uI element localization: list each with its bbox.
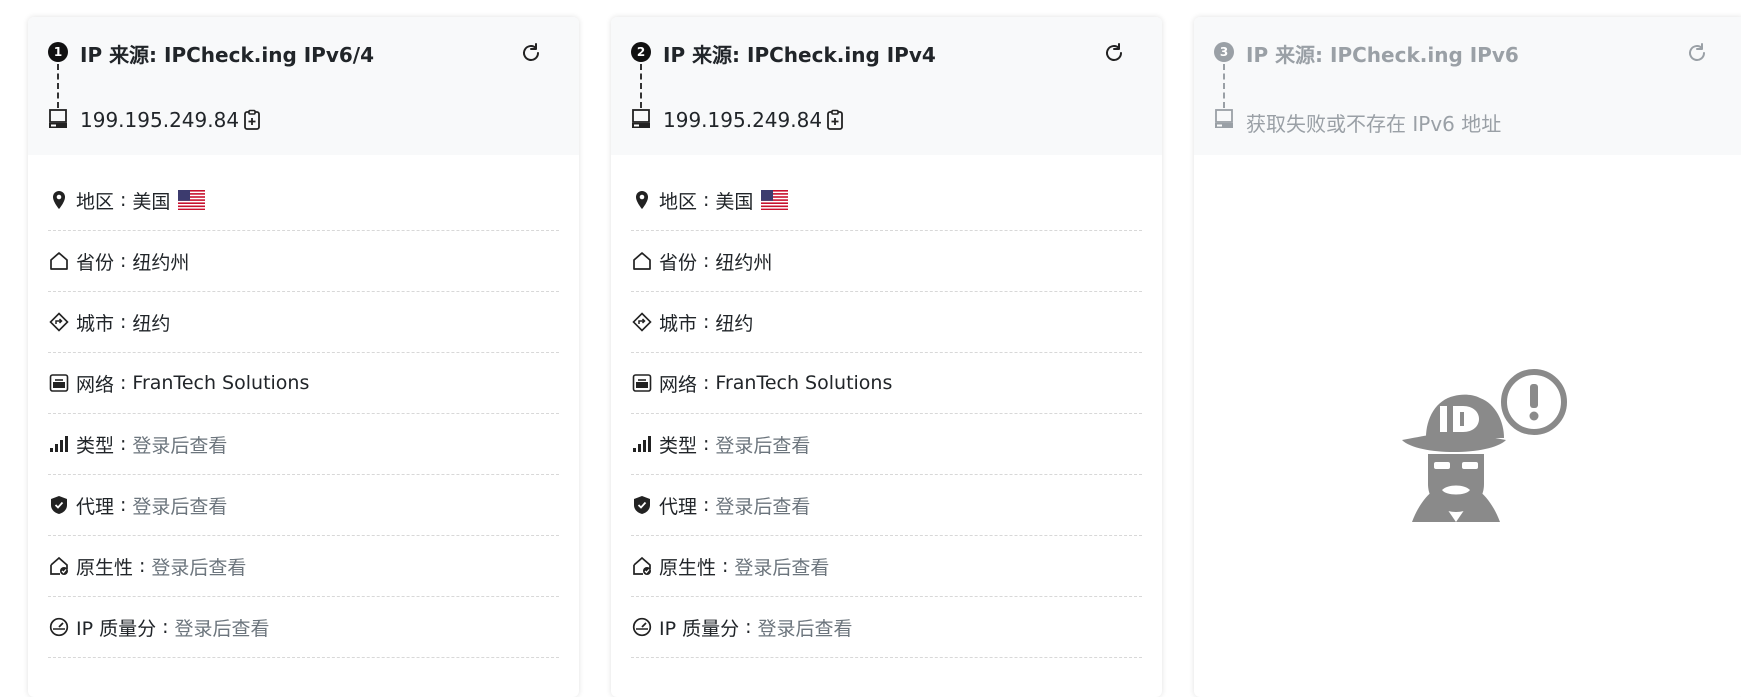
house-icon — [48, 250, 70, 272]
info-row-city: 城市 : 纽约 — [48, 292, 559, 353]
info-row-quality: IP 质量分 : 登录后查看 — [48, 597, 559, 658]
signpost-icon — [631, 311, 653, 333]
us-flag-icon — [761, 190, 789, 210]
house-icon — [631, 250, 653, 272]
info-row-network: 网络 : FranTech Solutions — [631, 353, 1142, 414]
speedometer-icon — [631, 616, 653, 638]
info-row-native: 原生性 : 登录后查看 — [48, 536, 559, 597]
card-header: 1 IP 来源: IPCheck.ing IPv6/4 199.195.249.… — [28, 17, 579, 155]
map-pin-icon — [631, 189, 653, 211]
pc-display-icon — [632, 109, 650, 128]
info-row-region: 地区 : 美国 — [48, 170, 559, 231]
info-row-quality: IP 质量分 : 登录后查看 — [631, 597, 1142, 658]
step-number-badge: 2 — [631, 42, 651, 62]
connector-line — [57, 64, 59, 108]
info-row-city: 城市 : 纽约 — [631, 292, 1142, 353]
connector-line — [1223, 64, 1225, 108]
connector-line — [640, 64, 642, 108]
step-number-badge: 3 — [1214, 42, 1234, 62]
ip-card-3: 3 IP 来源: IPCheck.ing IPv6 获取失败或不存在 IPv6 … — [1194, 17, 1741, 697]
signpost-icon — [48, 311, 70, 333]
copy-clipboard-icon[interactable] — [241, 109, 263, 131]
info-list: 地区 : 美国 省份 : 纽约州 城市 : 纽约 网络: FranTech S… — [28, 155, 579, 658]
info-row-type: 类型 : 登录后查看 — [48, 414, 559, 475]
pc-display-icon — [1215, 109, 1233, 128]
ip-address: 199.195.249.84 — [663, 108, 823, 132]
region-value: 美国 — [132, 190, 171, 213]
house-check-icon — [48, 555, 70, 577]
shield-check-icon — [48, 494, 70, 516]
info-list: 地区 : 美国 省份 : 纽约州 城市 : 纽约 网络: FranTech S… — [611, 155, 1162, 658]
copy-clipboard-icon[interactable] — [824, 109, 846, 131]
info-row-province: 省份 : 纽约州 — [631, 231, 1142, 292]
ip-card-2: 2 IP 来源: IPCheck.ing IPv4 199.195.249.84… — [611, 17, 1162, 697]
region-value: 美国 — [715, 190, 754, 213]
house-check-icon — [631, 555, 653, 577]
info-row-proxy: 代理 : 登录后查看 — [48, 475, 559, 536]
refresh-icon[interactable] — [1685, 41, 1709, 65]
map-pin-icon — [48, 189, 70, 211]
not-found-detective-icon — [1402, 369, 1567, 522]
info-row-network: 网络 : FranTech Solutions — [48, 353, 559, 414]
info-row-proxy: 代理 : 登录后查看 — [631, 475, 1142, 536]
shield-check-icon — [631, 494, 653, 516]
signal-bars-icon — [48, 433, 70, 455]
refresh-icon[interactable] — [519, 41, 543, 65]
ip-card-1: 1 IP 来源: IPCheck.ing IPv6/4 199.195.249.… — [28, 17, 579, 697]
signal-bars-icon — [631, 433, 653, 455]
info-row-region: 地区 : 美国 — [631, 170, 1142, 231]
speedometer-icon — [48, 616, 70, 638]
info-row-native: 原生性 : 登录后查看 — [631, 536, 1142, 597]
us-flag-icon — [178, 190, 206, 210]
ipv6-status-text: 获取失败或不存在 IPv6 地址 — [1246, 112, 1502, 136]
pc-display-icon — [49, 109, 67, 128]
step-number-badge: 1 — [48, 42, 68, 62]
refresh-icon[interactable] — [1102, 41, 1126, 65]
network-icon — [631, 372, 653, 394]
card-header: 2 IP 来源: IPCheck.ing IPv4 199.195.249.84 — [611, 17, 1162, 155]
info-row-type: 类型 : 登录后查看 — [631, 414, 1142, 475]
network-icon — [48, 372, 70, 394]
source-title: IP 来源: IPCheck.ing IPv4 — [663, 43, 936, 67]
ip-address: 199.195.249.84 — [80, 108, 240, 132]
source-title: IP 来源: IPCheck.ing IPv6/4 — [80, 43, 375, 67]
card-header: 3 IP 来源: IPCheck.ing IPv6 获取失败或不存在 IPv6 … — [1194, 17, 1741, 155]
source-title: IP 来源: IPCheck.ing IPv6 — [1246, 43, 1519, 67]
info-row-province: 省份 : 纽约州 — [48, 231, 559, 292]
